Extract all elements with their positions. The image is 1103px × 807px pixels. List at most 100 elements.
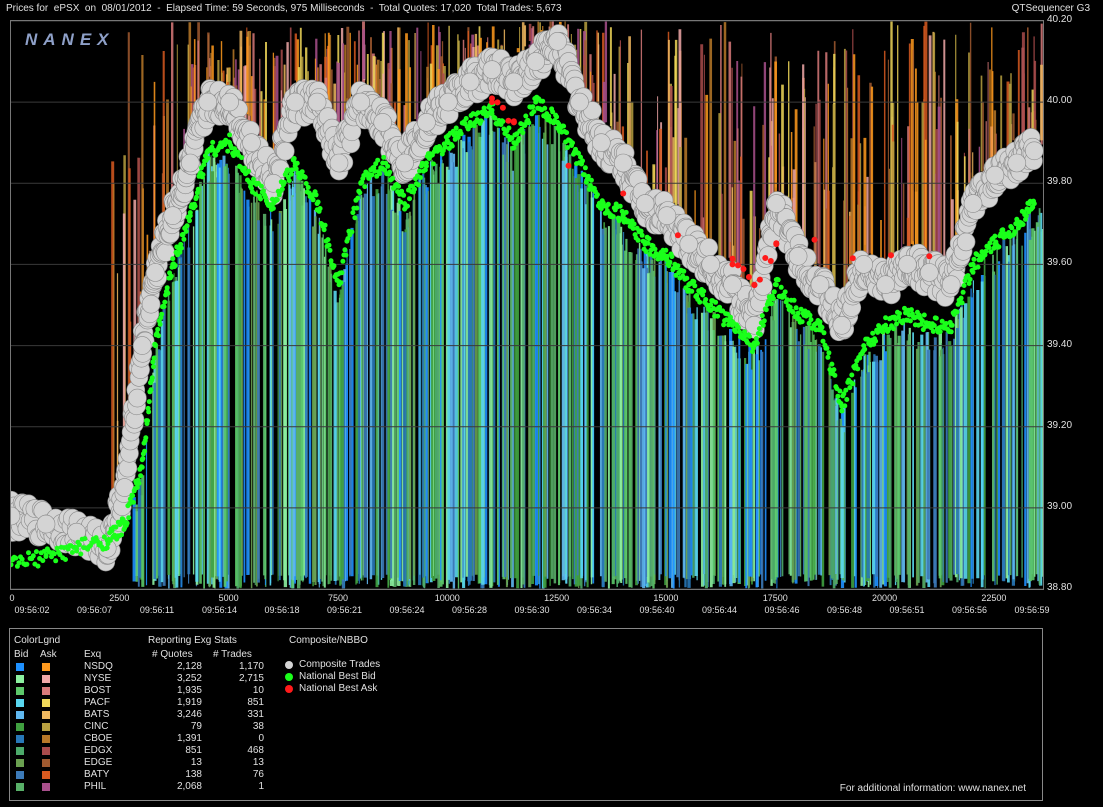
bid-point [825,354,831,360]
bid-point [663,247,669,253]
bid-point [715,313,721,319]
legend-row: CINC 79 38 [10,721,310,733]
bid-point [119,532,124,538]
bid-point [970,261,976,267]
bid-point [53,558,59,564]
bid-point [449,143,455,149]
bid-point [146,409,152,415]
bid-point [310,197,316,203]
bid-point [855,366,861,372]
bid-point [279,186,285,192]
exchange-code: BATS [84,709,110,720]
time-label: 09:56:34 [576,605,613,615]
exchange-code: CINC [84,721,109,732]
bid-point [286,178,292,184]
bid-point [686,282,692,288]
bid-point [555,119,561,125]
bid-point [908,307,914,313]
bid-point [540,98,546,104]
trade-count: 1,170 [238,661,264,672]
bid-point [140,456,146,461]
bid-point [418,175,423,181]
bid-point [775,277,781,283]
bid-point [130,499,136,505]
bid-point [684,275,690,281]
bid-point [588,177,594,183]
quote-count: 1,919 [176,697,202,708]
trade-count: 851 [247,697,264,708]
bid-point [639,232,645,238]
bid-point [808,317,814,323]
quote-count: 13 [190,757,202,768]
bid-point [701,288,707,294]
bid-point [143,435,149,441]
trade-point [351,92,371,112]
header: Prices for ePSX on 08/01/2012 - Elapsed … [6,3,1096,17]
trade-point [285,92,305,112]
bid-point [165,290,171,296]
bid-point [13,555,19,561]
bid-point [807,312,813,318]
bid-point [325,237,331,243]
bid-point [270,205,276,211]
trade-point [570,92,589,112]
bid-point [967,276,973,282]
bid-point [516,136,522,141]
x-axis: 0 2500 5000 7500 10000 12500 15000 17500 20000 22… [0,590,1103,620]
bid-point [138,473,144,479]
bid-point [375,157,381,163]
bid-point [122,521,128,527]
time-label: 09:56:28 [451,605,488,615]
bid-point [205,155,211,161]
bid-point [770,296,776,302]
trade-point [766,194,786,213]
trade-point [956,232,976,252]
legend-dot-icon [285,673,293,681]
bid-point [850,381,856,387]
bid-point [561,123,567,129]
ask-point [926,253,933,260]
bid-point [74,545,80,551]
trade-point [810,275,830,295]
bid-point [1012,229,1018,235]
time-label: 09:56:02 [14,605,50,615]
bid-point [40,558,46,564]
bid-point [43,554,49,559]
ask-swatch [42,783,50,791]
trade-point [699,238,719,257]
bid-point [646,236,652,242]
bid-point [948,322,954,328]
trades-header: # Trades [213,649,252,660]
bid-swatch [16,723,24,731]
trade-count: 1 [258,781,264,792]
trade-count: 0 [258,733,264,744]
bid-point [669,254,675,260]
bid-point [11,562,14,568]
bid-point [791,297,797,303]
trade-point [198,92,218,112]
legend-row: CBOE 1,391 0 [10,733,310,745]
trade-point [591,133,611,152]
trade-point [613,153,633,173]
exchange-code: BATY [84,769,110,780]
ask-swatch [42,675,50,683]
ask-point [767,258,774,264]
bid-point [82,536,88,542]
trade-point [526,52,546,71]
bid-point [986,245,992,250]
bid-point [478,118,484,124]
trade-point [242,133,261,152]
bid-point [831,367,837,373]
ask-swatch [42,735,50,743]
ask-point [565,162,572,169]
bid-point [883,322,889,328]
bid-point [520,130,526,136]
bid-point [350,210,356,216]
x-tick-label: 0 [9,593,15,603]
bid-point [839,403,845,409]
bid-point [703,297,709,302]
bid-point [768,301,774,307]
bid-point [756,326,762,332]
bid-point [992,233,998,239]
bid-point [960,289,966,295]
